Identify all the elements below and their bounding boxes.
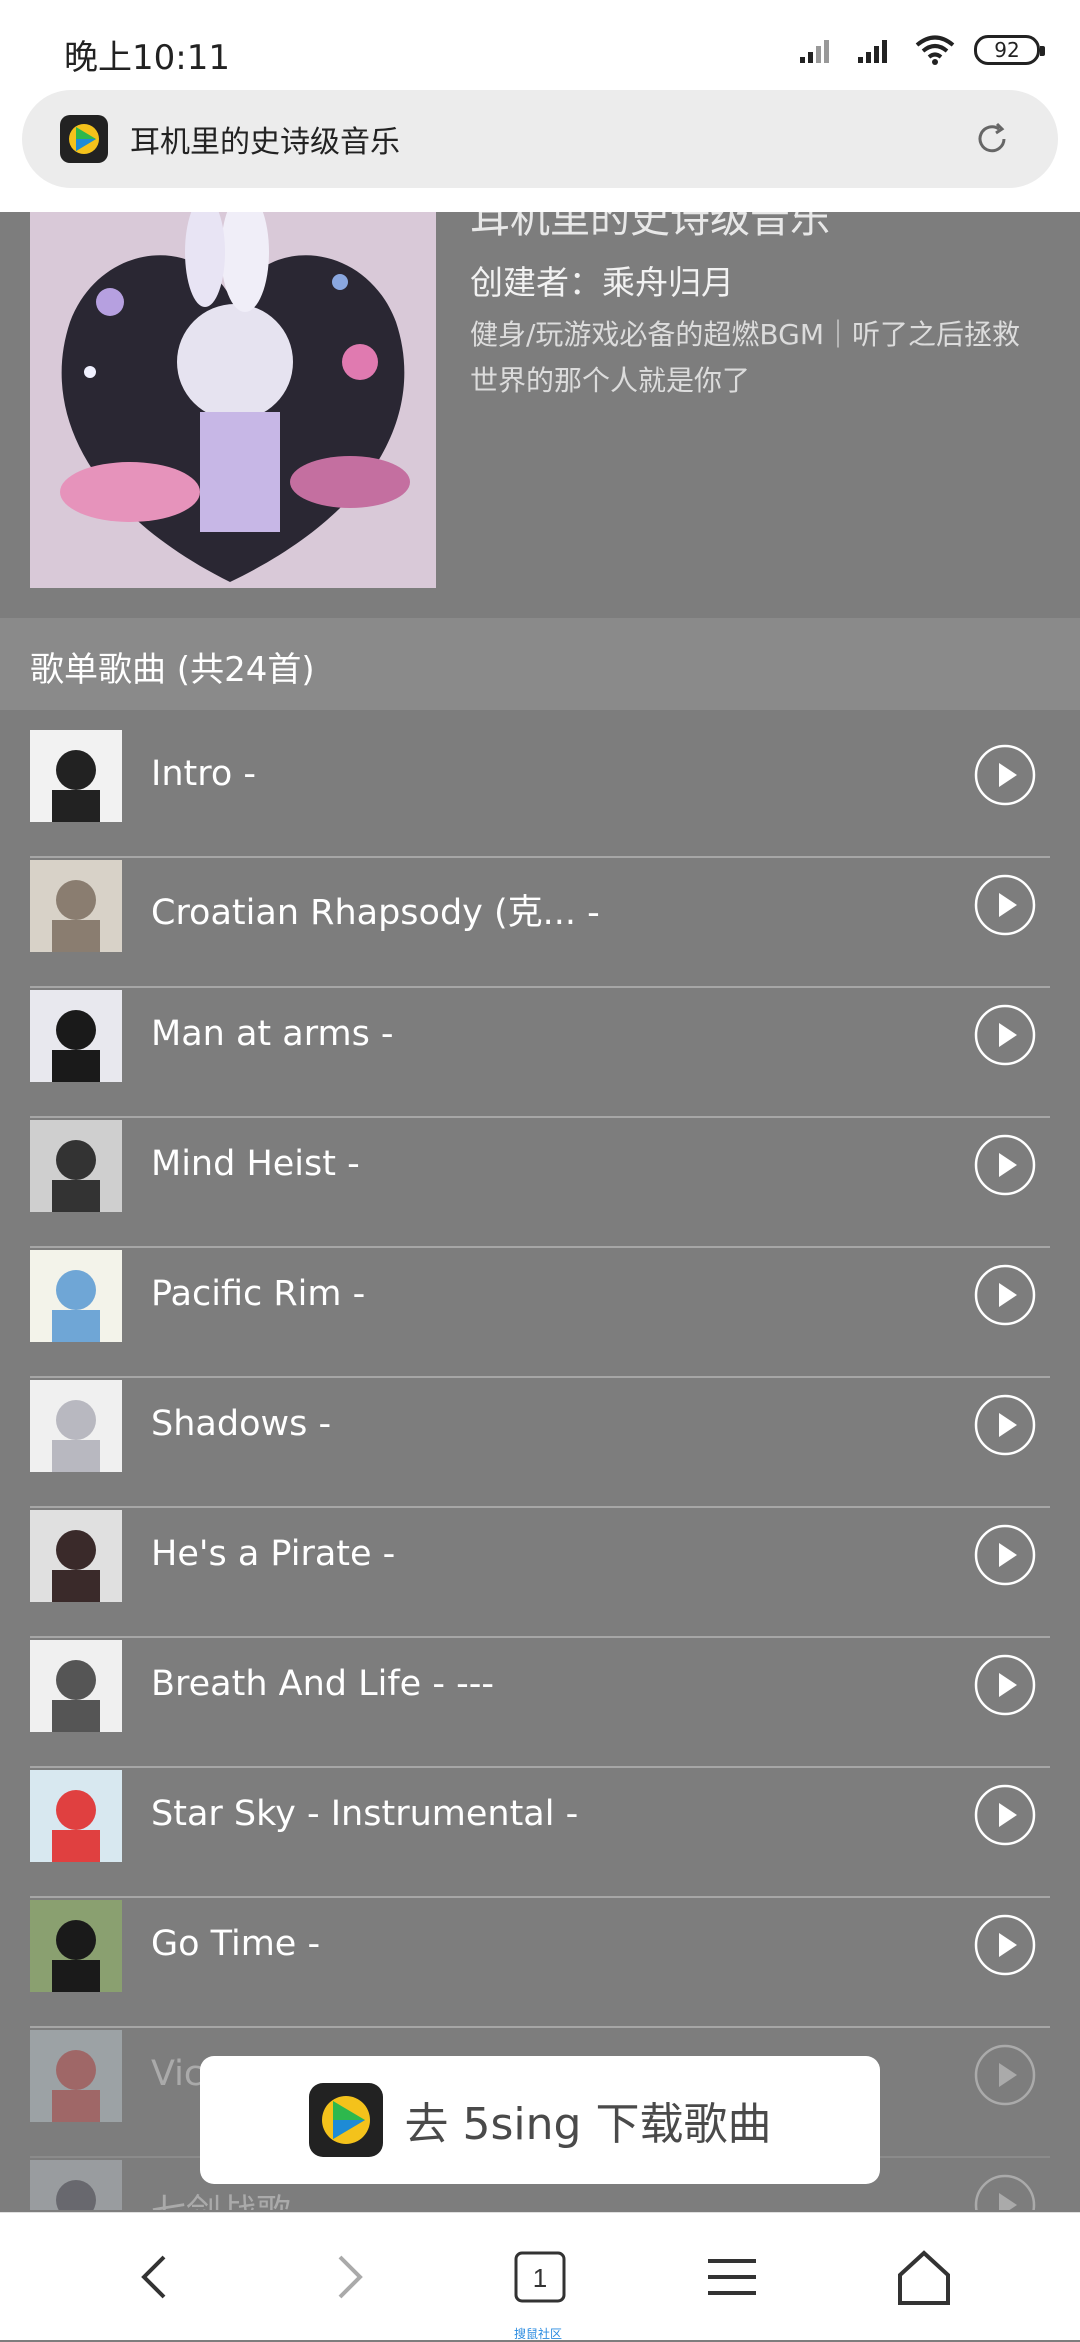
song-thumbnail	[30, 1380, 122, 1472]
5sing-logo-icon	[308, 2083, 383, 2157]
song-row[interactable]: Star Sky - Instrumental -	[0, 1770, 1080, 1900]
song-thumbnail	[30, 1770, 122, 1862]
song-title: Star Sky - Instrumental -	[151, 1794, 579, 1834]
nav-caption: 搜鼠社区	[514, 2327, 563, 2341]
song-thumbnail	[30, 1250, 122, 1342]
song-thumbnail	[30, 2160, 122, 2210]
song-title: Pacific Rim -	[151, 1274, 366, 1314]
song-thumbnail	[30, 730, 122, 822]
song-title: Breath And Life - ---	[151, 1664, 494, 1704]
album-cover-image	[30, 212, 436, 588]
song-row[interactable]: Breath And Life - ---	[0, 1640, 1080, 1770]
song-row[interactable]: Go Time -	[0, 1900, 1080, 2030]
browser-bottom-nav: 1 搜鼠社区	[0, 2212, 1080, 2341]
song-thumbnail	[30, 990, 122, 1082]
forward-arrow-icon[interactable]	[318, 2247, 378, 2307]
url-bar-title: 耳机里的史诗级音乐	[130, 125, 400, 160]
row-divider	[30, 1376, 1050, 1378]
album-title: 耳机里的史诗级音乐	[470, 212, 830, 242]
song-title: Go Time -	[151, 1924, 321, 1964]
play-icon[interactable]	[974, 1134, 1036, 1196]
home-icon[interactable]	[894, 2247, 954, 2307]
status-bar: 晚上10:11 92	[0, 0, 1080, 90]
song-title: Vic	[151, 2054, 204, 2094]
row-divider	[30, 986, 1050, 988]
row-divider	[30, 1896, 1050, 1898]
row-divider	[30, 2026, 1050, 2028]
song-title: Mind Heist -	[151, 1144, 360, 1184]
play-icon[interactable]	[974, 1524, 1036, 1586]
play-icon[interactable]	[974, 1654, 1036, 1716]
play-icon[interactable]	[974, 744, 1036, 806]
row-divider	[30, 1246, 1050, 1248]
wifi-icon	[915, 35, 955, 65]
song-thumbnail	[30, 1900, 122, 1992]
song-thumbnail	[30, 1510, 122, 1602]
play-icon[interactable]	[974, 1394, 1036, 1456]
play-icon[interactable]	[974, 1264, 1036, 1326]
play-icon[interactable]	[974, 2174, 1036, 2210]
play-icon[interactable]	[974, 874, 1036, 936]
row-divider	[30, 1636, 1050, 1638]
5sing-logo-icon	[60, 115, 108, 163]
play-icon[interactable]	[974, 1914, 1036, 1976]
url-bar-container: 耳机里的史诗级音乐	[0, 90, 1080, 212]
song-row[interactable]: Intro -	[0, 730, 1080, 860]
songs-section-header: 歌单歌曲 (共24首)	[0, 618, 1080, 710]
download-banner-label: 去 5sing 下载歌曲	[404, 2099, 772, 2150]
song-thumbnail	[30, 1640, 122, 1732]
battery-indicator: 92	[974, 35, 1045, 65]
back-arrow-icon[interactable]	[126, 2247, 186, 2307]
url-bar[interactable]: 耳机里的史诗级音乐	[22, 90, 1058, 188]
song-thumbnail	[30, 860, 122, 952]
song-title: He's a Pirate -	[151, 1534, 396, 1574]
song-list: Intro - Croatian Rhapsody (克... - Man at a…	[0, 730, 1080, 2210]
status-time: 晚上10:11	[64, 38, 230, 78]
song-title: Shadows -	[151, 1404, 332, 1444]
song-title: 七剑战歌 -	[151, 2184, 315, 2210]
song-row[interactable]: Man at arms -	[0, 990, 1080, 1120]
page-content: 耳机里的史诗级音乐 创建者：乘舟归月 健身/玩游戏必备的超燃BGM｜听了之后拯救…	[0, 212, 1080, 2210]
album-creator[interactable]: 创建者：乘舟归月	[470, 256, 734, 304]
song-row[interactable]: He's a Pirate -	[0, 1510, 1080, 1640]
song-row[interactable]: Croatian Rhapsody (克... -	[0, 860, 1080, 990]
play-icon[interactable]	[974, 2044, 1036, 2106]
song-title: Croatian Rhapsody (克... -	[151, 893, 600, 933]
play-icon[interactable]	[974, 1784, 1036, 1846]
song-row[interactable]: Pacific Rim -	[0, 1250, 1080, 1380]
song-title: Intro -	[151, 754, 257, 794]
status-icons: 92	[798, 30, 1045, 70]
signal-icon	[800, 40, 829, 63]
signal-icon-2	[858, 40, 887, 63]
song-row[interactable]: Mind Heist -	[0, 1120, 1080, 1250]
songs-count-label: 歌单歌曲 (共24首)	[30, 650, 315, 690]
reload-icon[interactable]	[972, 119, 1012, 159]
row-divider	[30, 1116, 1050, 1118]
tab-count: 1	[533, 2263, 547, 2293]
song-thumbnail	[30, 1120, 122, 1212]
tabs-icon[interactable]: 1	[510, 2247, 570, 2307]
download-app-banner[interactable]: 去 5sing 下载歌曲	[200, 2056, 880, 2184]
song-row[interactable]: Shadows -	[0, 1380, 1080, 1510]
row-divider	[30, 1766, 1050, 1768]
row-divider	[30, 1506, 1050, 1508]
play-icon[interactable]	[974, 1004, 1036, 1066]
song-title: Man at arms -	[151, 1014, 394, 1054]
album-description: 健身/玩游戏必备的超燃BGM｜听了之后拯救世界的那个人就是你了	[470, 318, 1021, 397]
menu-icon[interactable]	[702, 2247, 762, 2307]
row-divider	[30, 856, 1050, 858]
song-thumbnail	[30, 2030, 122, 2122]
